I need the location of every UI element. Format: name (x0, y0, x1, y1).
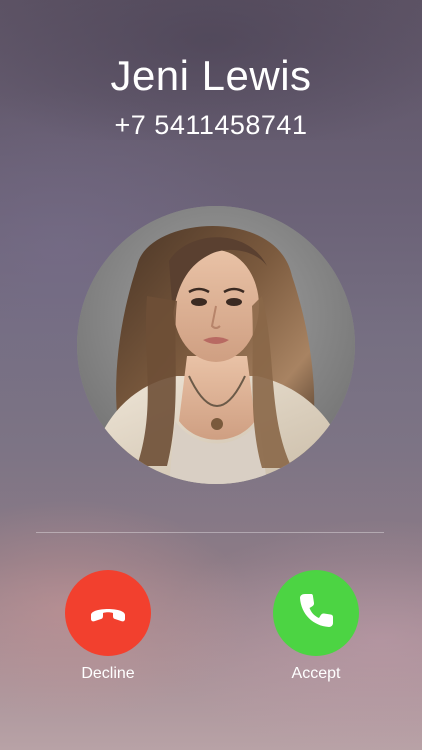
incoming-call-screen: Jeni Lewis +7 5411458741 Decline Accept (0, 0, 422, 750)
decline-label: Decline (81, 665, 135, 682)
caller-number: +7 5411458741 (114, 110, 308, 140)
caller-name: Jeni Lewis (110, 52, 312, 99)
phone-hangup-icon (85, 588, 131, 639)
accept-button[interactable] (273, 570, 359, 656)
phone-icon (293, 588, 339, 639)
caller-avatar (77, 206, 355, 484)
decline-button[interactable] (65, 570, 151, 656)
divider (36, 532, 384, 533)
accept-label: Accept (291, 665, 341, 682)
